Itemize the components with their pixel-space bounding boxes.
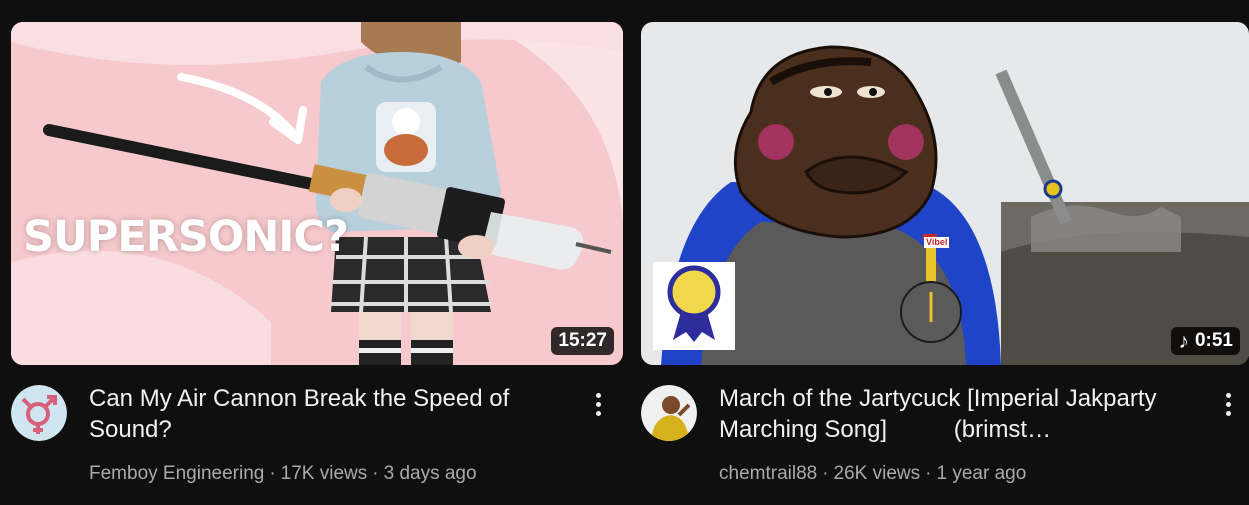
- separator-dot: ·: [822, 463, 829, 484]
- video-card-1[interactable]: SUPERSONIC? 15:27 Can My Air Cannon Brea…: [11, 22, 623, 493]
- channel-avatar[interactable]: [641, 385, 697, 441]
- video-title[interactable]: March of the Jartycuck [Imperial Jakpart…: [719, 383, 1174, 445]
- channel-avatar[interactable]: [11, 385, 67, 441]
- music-note-icon: ♪: [1178, 329, 1189, 353]
- video-meta: Can My Air Cannon Break the Speed of Sou…: [11, 383, 623, 493]
- thumbnail-image-air-cannon: [11, 22, 623, 365]
- more-options-icon[interactable]: [586, 389, 610, 419]
- duration-label: 15:27: [558, 330, 607, 351]
- separator-dot: ·: [269, 463, 276, 484]
- upload-age: 3 days ago: [383, 463, 477, 484]
- gender-symbol-icon: [11, 385, 67, 441]
- channel-name[interactable]: Femboy Engineering: [89, 463, 264, 485]
- duration-badge: ♪ 0:51: [1171, 327, 1240, 355]
- video-subtitle: chemtrail88 · 26K views · 1 year ago: [719, 463, 1026, 485]
- video-thumbnail[interactable]: Vibel ♪ 0:51: [641, 22, 1249, 365]
- thumbnail-image-cartoon: [641, 22, 1249, 365]
- view-count: 26K views: [833, 463, 921, 484]
- separator-dot: ·: [372, 463, 379, 484]
- upload-age: 1 year ago: [936, 463, 1027, 484]
- video-thumbnail[interactable]: SUPERSONIC? 15:27: [11, 22, 623, 365]
- channel-name[interactable]: chemtrail88: [719, 463, 817, 485]
- duration-badge: 15:27: [551, 327, 614, 355]
- video-card-2[interactable]: Vibel ♪ 0:51 March of the Jartycuck [Imp…: [641, 22, 1249, 493]
- view-count: 17K views: [280, 463, 368, 484]
- separator-dot: ·: [925, 463, 932, 484]
- thumbnail-badge-text: Vibel: [924, 237, 950, 248]
- video-meta: March of the Jartycuck [Imperial Jakpart…: [641, 383, 1249, 493]
- avatar-image-icon: [641, 385, 697, 441]
- video-subtitle: Femboy Engineering · 17K views · 3 days …: [89, 463, 477, 485]
- top-strip: [0, 0, 1249, 8]
- more-options-icon[interactable]: [1216, 389, 1240, 419]
- video-title[interactable]: Can My Air Cannon Break the Speed of Sou…: [89, 383, 529, 445]
- duration-label: 0:51: [1194, 330, 1233, 351]
- thumbnail-overlay-text: SUPERSONIC?: [23, 212, 349, 262]
